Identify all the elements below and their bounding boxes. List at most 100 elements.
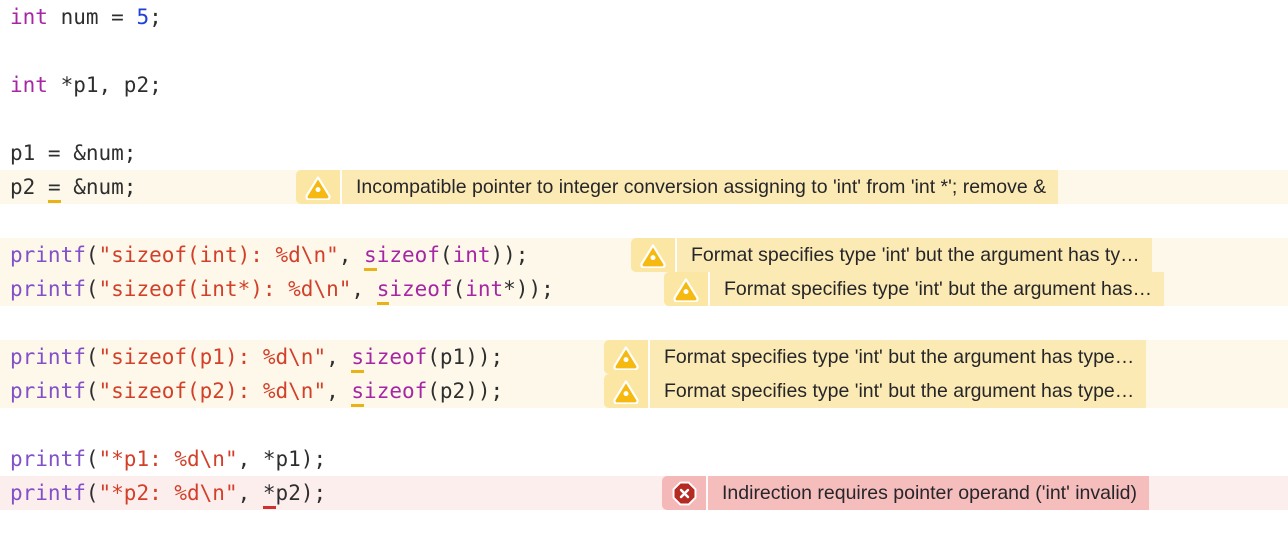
code-line-text: p2 = &num; bbox=[0, 170, 136, 204]
inline-diagnostic-warning[interactable]: Format specifies type 'int' but the argu… bbox=[664, 272, 1288, 306]
code-token: izeof bbox=[364, 345, 428, 369]
code-token: p2 bbox=[10, 175, 48, 199]
code-token: ( bbox=[452, 277, 466, 301]
inline-diagnostic-warning[interactable]: Incompatible pointer to integer conversi… bbox=[296, 170, 1288, 204]
code-line-row[interactable]: printf("*p2: %d\n", *p2); Indirection req… bbox=[0, 476, 1288, 510]
code-token: (p2)); bbox=[427, 379, 504, 403]
code-token: ( bbox=[85, 345, 99, 369]
code-line-row[interactable]: printf("sizeof(p2): %d\n", sizeof(p2)); F… bbox=[0, 374, 1288, 408]
code-token: printf bbox=[10, 277, 86, 301]
code-line-text: printf("sizeof(p1): %d\n", sizeof(p1)); bbox=[0, 340, 503, 374]
inline-diagnostic-warning[interactable]: Format specifies type 'int' but the argu… bbox=[604, 340, 1288, 374]
warning-triangle-icon[interactable] bbox=[631, 238, 675, 272]
code-line-row[interactable]: int num = 5; bbox=[0, 0, 1288, 34]
code-line-row[interactable]: printf("sizeof(int): %d\n", sizeof(int))… bbox=[0, 238, 1288, 272]
code-token: , *p1); bbox=[237, 447, 327, 471]
code-line-text: printf("sizeof(int*): %d\n", sizeof(int*… bbox=[0, 272, 554, 306]
code-line-text bbox=[0, 102, 23, 136]
code-token: printf bbox=[10, 345, 86, 369]
code-token: , bbox=[351, 277, 377, 301]
code-line-row[interactable]: int *p1, p2; bbox=[0, 68, 1288, 102]
code-line-row[interactable]: printf("sizeof(int*): %d\n", sizeof(int*… bbox=[0, 272, 1288, 306]
code-token: "sizeof(int): %d\n" bbox=[98, 243, 339, 267]
code-token: s bbox=[376, 277, 390, 305]
code-token: p1 = &num; bbox=[10, 141, 137, 165]
code-token: ( bbox=[85, 447, 99, 471]
code-token: *)); bbox=[503, 277, 554, 301]
code-line-text: printf("*p1: %d\n", *p1); bbox=[0, 442, 326, 476]
code-line-row[interactable] bbox=[0, 34, 1288, 68]
inline-diagnostic-error[interactable]: Indirection requires pointer operand ('i… bbox=[662, 476, 1288, 510]
code-token: , bbox=[326, 345, 352, 369]
code-token: "sizeof(int*): %d\n" bbox=[98, 277, 352, 301]
code-token: 5 bbox=[136, 5, 150, 29]
diagnostic-message[interactable]: Format specifies type 'int' but the argu… bbox=[677, 238, 1152, 272]
code-token: p2); bbox=[275, 481, 327, 505]
code-token: = bbox=[47, 175, 61, 203]
code-token: printf bbox=[10, 243, 86, 267]
code-token: "*p1: %d\n" bbox=[98, 447, 238, 471]
code-token: , bbox=[326, 379, 352, 403]
code-token: s bbox=[351, 379, 365, 407]
code-line-text bbox=[0, 34, 23, 68]
code-token: , bbox=[338, 243, 365, 267]
code-line-row[interactable] bbox=[0, 204, 1288, 238]
code-token: ( bbox=[85, 481, 99, 505]
code-token: * bbox=[262, 481, 276, 509]
code-line-text bbox=[0, 306, 23, 340]
warning-triangle-icon[interactable] bbox=[296, 170, 340, 204]
code-token: izeof bbox=[389, 277, 453, 301]
code-token: "sizeof(p1): %d\n" bbox=[98, 345, 327, 369]
code-token: int bbox=[452, 243, 491, 267]
code-token: printf bbox=[10, 447, 86, 471]
code-line-row[interactable]: p2 = &num; Incompatible pointer to intege… bbox=[0, 170, 1288, 204]
code-token: (p1)); bbox=[427, 345, 504, 369]
code-line-row[interactable] bbox=[0, 102, 1288, 136]
code-token: &num; bbox=[60, 175, 137, 199]
code-token: int bbox=[10, 73, 48, 97]
code-line-row[interactable] bbox=[0, 306, 1288, 340]
code-token: printf bbox=[10, 379, 86, 403]
code-editor-pane[interactable]: int num = 5; int *p1, p2; p1 = &num; p2 =… bbox=[0, 0, 1288, 534]
code-line-text: printf("sizeof(p2): %d\n", sizeof(p2)); bbox=[0, 374, 503, 408]
code-token: int bbox=[465, 277, 504, 301]
code-line-text bbox=[0, 408, 23, 442]
code-token: "sizeof(p2): %d\n" bbox=[98, 379, 327, 403]
code-token: "*p2: %d\n" bbox=[98, 481, 238, 505]
code-line-row[interactable] bbox=[0, 408, 1288, 442]
diagnostic-message[interactable]: Indirection requires pointer operand ('i… bbox=[708, 476, 1150, 510]
code-token: int bbox=[10, 5, 48, 29]
code-token: izeof bbox=[364, 379, 428, 403]
code-token: s bbox=[351, 345, 365, 373]
code-token: num = bbox=[47, 5, 137, 29]
code-token: printf bbox=[10, 481, 86, 505]
diagnostic-message[interactable]: Format specifies type 'int' but the argu… bbox=[650, 374, 1147, 408]
inline-diagnostic-warning[interactable]: Format specifies type 'int' but the argu… bbox=[604, 374, 1288, 408]
code-line-row[interactable]: printf("*p1: %d\n", *p1); bbox=[0, 442, 1288, 476]
inline-diagnostic-warning[interactable]: Format specifies type 'int' but the argu… bbox=[631, 238, 1288, 272]
code-line-text: int num = 5; bbox=[0, 0, 162, 34]
code-line-text: p1 = &num; bbox=[0, 136, 136, 170]
code-line-text: printf("*p2: %d\n", *p2); bbox=[0, 476, 326, 510]
code-token: ( bbox=[439, 243, 453, 267]
code-line-text: printf("sizeof(int): %d\n", sizeof(int))… bbox=[0, 238, 528, 272]
code-token: , bbox=[237, 481, 263, 505]
code-token: ( bbox=[85, 277, 99, 301]
diagnostic-message[interactable]: Format specifies type 'int' but the argu… bbox=[650, 340, 1147, 374]
code-token: izeof bbox=[376, 243, 440, 267]
warning-triangle-icon[interactable] bbox=[604, 374, 648, 408]
diagnostic-message[interactable]: Incompatible pointer to integer conversi… bbox=[342, 170, 1059, 204]
error-octagon-icon[interactable] bbox=[662, 476, 706, 510]
code-token: ( bbox=[85, 379, 99, 403]
code-token: )); bbox=[490, 243, 529, 267]
code-token: ; bbox=[149, 5, 162, 29]
code-line-text bbox=[0, 204, 23, 238]
code-token: *p1, p2; bbox=[47, 73, 162, 97]
code-token: ( bbox=[85, 243, 99, 267]
code-line-row[interactable]: p1 = &num; bbox=[0, 136, 1288, 170]
code-token: s bbox=[364, 243, 377, 271]
code-line-row[interactable]: printf("sizeof(p1): %d\n", sizeof(p1)); F… bbox=[0, 340, 1288, 374]
warning-triangle-icon[interactable] bbox=[664, 272, 708, 306]
diagnostic-message[interactable]: Format specifies type 'int' but the argu… bbox=[710, 272, 1164, 306]
warning-triangle-icon[interactable] bbox=[604, 340, 648, 374]
